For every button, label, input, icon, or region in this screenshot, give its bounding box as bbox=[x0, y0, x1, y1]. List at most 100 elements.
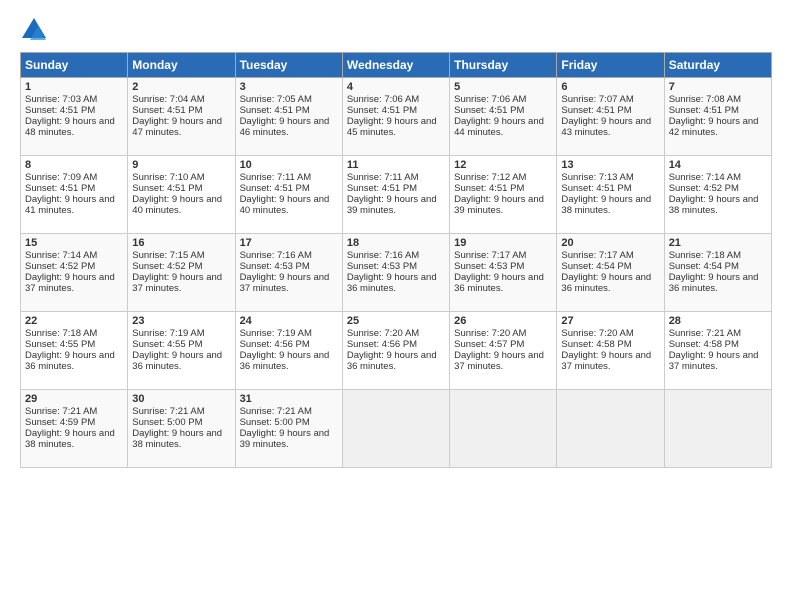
cal-cell: 10Sunrise: 7:11 AMSunset: 4:51 PMDayligh… bbox=[235, 156, 342, 234]
cal-cell: 8Sunrise: 7:09 AMSunset: 4:51 PMDaylight… bbox=[21, 156, 128, 234]
daylight: Daylight: 9 hours and 36 minutes. bbox=[25, 350, 115, 372]
day-number: 14 bbox=[669, 159, 767, 171]
logo bbox=[20, 16, 52, 44]
sunrise: Sunrise: 7:18 AM bbox=[25, 328, 97, 339]
daylight: Daylight: 9 hours and 45 minutes. bbox=[347, 116, 437, 138]
sunset: Sunset: 4:51 PM bbox=[669, 105, 739, 116]
daylight: Daylight: 9 hours and 38 minutes. bbox=[561, 194, 651, 216]
daylight: Daylight: 9 hours and 37 minutes. bbox=[669, 350, 759, 372]
sunset: Sunset: 4:51 PM bbox=[240, 105, 310, 116]
day-number: 29 bbox=[25, 393, 123, 405]
cal-cell bbox=[450, 390, 557, 468]
sunset: Sunset: 4:51 PM bbox=[347, 183, 417, 194]
col-header-tuesday: Tuesday bbox=[235, 53, 342, 78]
daylight: Daylight: 9 hours and 37 minutes. bbox=[132, 272, 222, 294]
cal-cell: 19Sunrise: 7:17 AMSunset: 4:53 PMDayligh… bbox=[450, 234, 557, 312]
cal-cell: 6Sunrise: 7:07 AMSunset: 4:51 PMDaylight… bbox=[557, 78, 664, 156]
day-number: 20 bbox=[561, 237, 659, 249]
col-header-monday: Monday bbox=[128, 53, 235, 78]
sunset: Sunset: 4:57 PM bbox=[454, 339, 524, 350]
cal-cell: 18Sunrise: 7:16 AMSunset: 4:53 PMDayligh… bbox=[342, 234, 449, 312]
sunset: Sunset: 4:56 PM bbox=[347, 339, 417, 350]
sunrise: Sunrise: 7:05 AM bbox=[240, 94, 312, 105]
daylight: Daylight: 9 hours and 42 minutes. bbox=[669, 116, 759, 138]
sunrise: Sunrise: 7:17 AM bbox=[454, 250, 526, 261]
sunset: Sunset: 4:58 PM bbox=[669, 339, 739, 350]
page: SundayMondayTuesdayWednesdayThursdayFrid… bbox=[0, 0, 792, 612]
day-number: 2 bbox=[132, 81, 230, 93]
cal-cell: 14Sunrise: 7:14 AMSunset: 4:52 PMDayligh… bbox=[664, 156, 771, 234]
daylight: Daylight: 9 hours and 36 minutes. bbox=[669, 272, 759, 294]
cal-cell: 13Sunrise: 7:13 AMSunset: 4:51 PMDayligh… bbox=[557, 156, 664, 234]
day-number: 26 bbox=[454, 315, 552, 327]
sunrise: Sunrise: 7:14 AM bbox=[25, 250, 97, 261]
daylight: Daylight: 9 hours and 37 minutes. bbox=[25, 272, 115, 294]
cal-cell: 23Sunrise: 7:19 AMSunset: 4:55 PMDayligh… bbox=[128, 312, 235, 390]
day-number: 30 bbox=[132, 393, 230, 405]
week-row-5: 29Sunrise: 7:21 AMSunset: 4:59 PMDayligh… bbox=[21, 390, 772, 468]
sunset: Sunset: 4:54 PM bbox=[669, 261, 739, 272]
sunrise: Sunrise: 7:19 AM bbox=[240, 328, 312, 339]
daylight: Daylight: 9 hours and 38 minutes. bbox=[669, 194, 759, 216]
day-number: 22 bbox=[25, 315, 123, 327]
sunrise: Sunrise: 7:20 AM bbox=[561, 328, 633, 339]
week-row-2: 8Sunrise: 7:09 AMSunset: 4:51 PMDaylight… bbox=[21, 156, 772, 234]
cal-cell bbox=[557, 390, 664, 468]
sunrise: Sunrise: 7:16 AM bbox=[347, 250, 419, 261]
sunset: Sunset: 4:58 PM bbox=[561, 339, 631, 350]
sunrise: Sunrise: 7:06 AM bbox=[347, 94, 419, 105]
daylight: Daylight: 9 hours and 39 minutes. bbox=[240, 428, 330, 450]
cal-cell: 20Sunrise: 7:17 AMSunset: 4:54 PMDayligh… bbox=[557, 234, 664, 312]
sunrise: Sunrise: 7:21 AM bbox=[25, 406, 97, 417]
day-number: 16 bbox=[132, 237, 230, 249]
sunrise: Sunrise: 7:18 AM bbox=[669, 250, 741, 261]
day-number: 7 bbox=[669, 81, 767, 93]
sunset: Sunset: 4:51 PM bbox=[561, 183, 631, 194]
sunset: Sunset: 4:59 PM bbox=[25, 417, 95, 428]
cal-cell: 9Sunrise: 7:10 AMSunset: 4:51 PMDaylight… bbox=[128, 156, 235, 234]
cal-cell: 3Sunrise: 7:05 AMSunset: 4:51 PMDaylight… bbox=[235, 78, 342, 156]
daylight: Daylight: 9 hours and 36 minutes. bbox=[240, 350, 330, 372]
daylight: Daylight: 9 hours and 36 minutes. bbox=[454, 272, 544, 294]
col-header-saturday: Saturday bbox=[664, 53, 771, 78]
day-number: 25 bbox=[347, 315, 445, 327]
day-number: 9 bbox=[132, 159, 230, 171]
daylight: Daylight: 9 hours and 36 minutes. bbox=[561, 272, 651, 294]
cal-cell: 29Sunrise: 7:21 AMSunset: 4:59 PMDayligh… bbox=[21, 390, 128, 468]
sunset: Sunset: 4:52 PM bbox=[669, 183, 739, 194]
sunset: Sunset: 4:54 PM bbox=[561, 261, 631, 272]
day-number: 4 bbox=[347, 81, 445, 93]
day-number: 19 bbox=[454, 237, 552, 249]
sunset: Sunset: 4:51 PM bbox=[454, 105, 524, 116]
sunrise: Sunrise: 7:11 AM bbox=[347, 172, 419, 183]
sunset: Sunset: 4:51 PM bbox=[347, 105, 417, 116]
sunrise: Sunrise: 7:11 AM bbox=[240, 172, 312, 183]
sunrise: Sunrise: 7:09 AM bbox=[25, 172, 97, 183]
cal-cell: 2Sunrise: 7:04 AMSunset: 4:51 PMDaylight… bbox=[128, 78, 235, 156]
daylight: Daylight: 9 hours and 38 minutes. bbox=[132, 428, 222, 450]
week-row-4: 22Sunrise: 7:18 AMSunset: 4:55 PMDayligh… bbox=[21, 312, 772, 390]
day-number: 12 bbox=[454, 159, 552, 171]
daylight: Daylight: 9 hours and 39 minutes. bbox=[454, 194, 544, 216]
daylight: Daylight: 9 hours and 44 minutes. bbox=[454, 116, 544, 138]
sunrise: Sunrise: 7:21 AM bbox=[132, 406, 204, 417]
sunset: Sunset: 4:53 PM bbox=[240, 261, 310, 272]
sunset: Sunset: 4:51 PM bbox=[240, 183, 310, 194]
day-number: 17 bbox=[240, 237, 338, 249]
sunset: Sunset: 4:51 PM bbox=[25, 183, 95, 194]
daylight: Daylight: 9 hours and 36 minutes. bbox=[347, 350, 437, 372]
sunrise: Sunrise: 7:21 AM bbox=[669, 328, 741, 339]
cal-cell: 24Sunrise: 7:19 AMSunset: 4:56 PMDayligh… bbox=[235, 312, 342, 390]
day-number: 11 bbox=[347, 159, 445, 171]
daylight: Daylight: 9 hours and 46 minutes. bbox=[240, 116, 330, 138]
daylight: Daylight: 9 hours and 47 minutes. bbox=[132, 116, 222, 138]
col-header-friday: Friday bbox=[557, 53, 664, 78]
day-number: 21 bbox=[669, 237, 767, 249]
cal-cell: 1Sunrise: 7:03 AMSunset: 4:51 PMDaylight… bbox=[21, 78, 128, 156]
sunset: Sunset: 4:51 PM bbox=[454, 183, 524, 194]
header bbox=[20, 16, 772, 44]
cal-cell: 12Sunrise: 7:12 AMSunset: 4:51 PMDayligh… bbox=[450, 156, 557, 234]
daylight: Daylight: 9 hours and 38 minutes. bbox=[25, 428, 115, 450]
cal-cell: 7Sunrise: 7:08 AMSunset: 4:51 PMDaylight… bbox=[664, 78, 771, 156]
sunset: Sunset: 4:52 PM bbox=[132, 261, 202, 272]
